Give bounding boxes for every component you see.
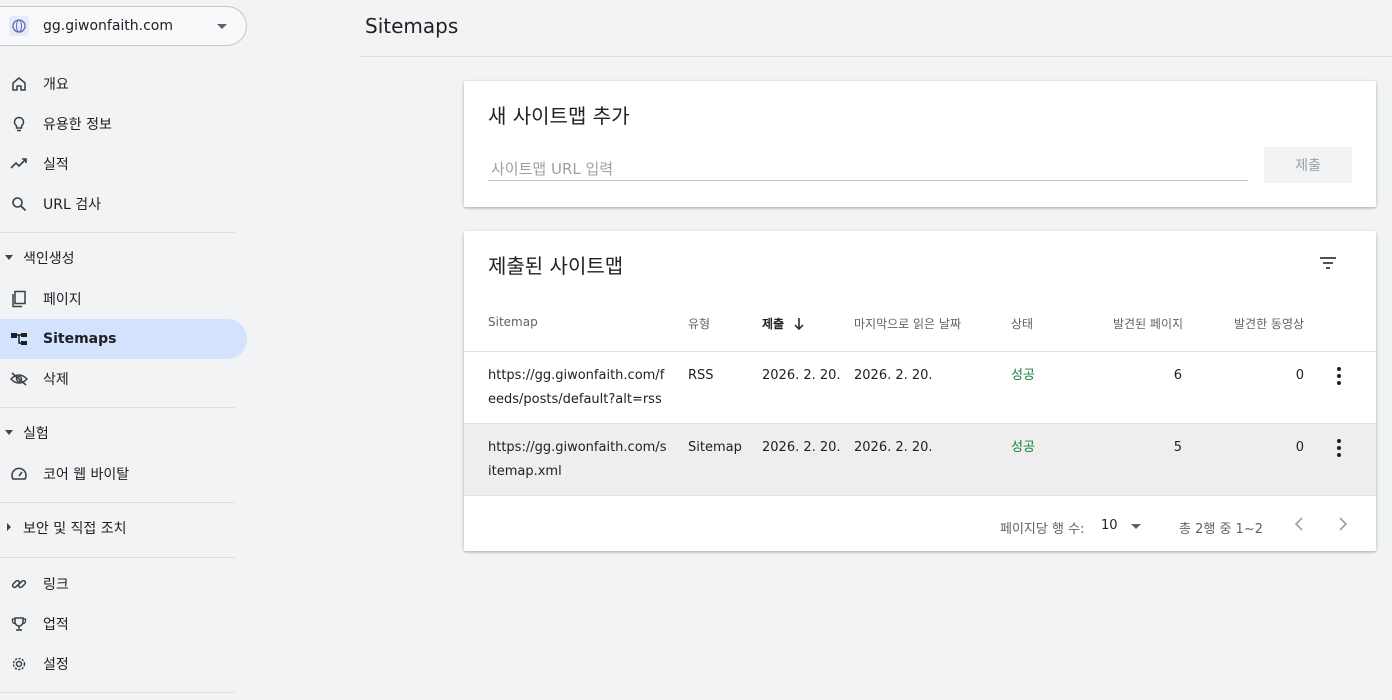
section-experience[interactable]: 실험 [0, 418, 235, 448]
sidebar: gg.giwonfaith.com 개요 유용한 정보 실적 URL 검사 색인… [0, 0, 247, 700]
table-row[interactable]: https://gg.giwonfaith.com/feeds/posts/de… [464, 351, 1376, 423]
submitted-date: 2026. 2. 20. [762, 368, 841, 383]
caret-down-icon [5, 430, 13, 435]
nav-settings-label: 설정 [43, 657, 69, 673]
sitemap-url: https://gg.giwonfaith.com/feeds/posts/de… [488, 368, 665, 407]
filter-icon[interactable] [1316, 251, 1340, 275]
pagination-range: 총 2행 중 1~2 [1179, 522, 1263, 537]
nav-performance-label: 실적 [43, 157, 69, 173]
chevron-down-icon[interactable] [1131, 524, 1141, 529]
sitemap-icon [10, 330, 28, 348]
discovered-pages: 5 [1173, 440, 1182, 455]
column-header-submitted[interactable]: 제출 [762, 315, 804, 333]
sitemap-url-input[interactable] [488, 157, 1248, 181]
divider [0, 232, 235, 233]
column-header-last-read[interactable]: 마지막으로 읽은 날짜 [854, 315, 961, 332]
chevron-right-icon[interactable] [1338, 516, 1348, 535]
eye-off-icon [10, 370, 28, 388]
trophy-icon [10, 615, 28, 633]
last-read-date: 2026. 2. 20. [854, 368, 933, 383]
submitted-sitemaps-title: 제출된 사이트맵 [488, 254, 624, 278]
chevron-down-icon [217, 24, 227, 29]
section-security-label: 보안 및 직접 조치 [23, 521, 127, 537]
divider [0, 502, 235, 503]
header-divider [361, 56, 1392, 57]
trending-up-icon [10, 155, 28, 173]
nav-links-label: 링크 [43, 577, 69, 593]
nav-overview[interactable]: 개요 [0, 64, 247, 104]
column-header-submitted-label: 제출 [762, 317, 785, 331]
nav-settings[interactable]: 설정 [0, 644, 247, 684]
page-title: Sitemaps [365, 14, 459, 38]
nav-insights[interactable]: 유용한 정보 [0, 104, 247, 144]
submitted-date: 2026. 2. 20. [762, 440, 841, 455]
last-read-date: 2026. 2. 20. [854, 440, 933, 455]
nav-insights-label: 유용한 정보 [43, 117, 112, 133]
section-experience-label: 실험 [23, 426, 49, 442]
search-icon [10, 195, 28, 213]
add-sitemap-card: 새 사이트맵 추가 제출 [464, 81, 1376, 207]
link-icon [10, 575, 28, 593]
column-header-type[interactable]: 유형 [688, 315, 710, 332]
globe-icon [9, 16, 29, 36]
nav-core-web-vitals[interactable]: 코어 웹 바이탈 [0, 454, 247, 494]
nav-overview-label: 개요 [43, 77, 69, 93]
section-indexing[interactable]: 색인생성 [0, 243, 235, 273]
sitemap-type: Sitemap [688, 440, 742, 455]
submitted-sitemaps-card: 제출된 사이트맵 Sitemap 유형 제출 마지막으로 읽은 날짜 상태 발견… [464, 231, 1376, 551]
nav-achievements-label: 업적 [43, 617, 69, 633]
status-text: 성공 [1011, 368, 1035, 383]
home-icon [10, 75, 28, 93]
caret-down-icon [5, 255, 13, 260]
section-security[interactable]: 보안 및 직접 조치 [0, 513, 235, 543]
nav-achievements[interactable]: 업적 [0, 604, 247, 644]
submit-button[interactable]: 제출 [1264, 147, 1352, 183]
column-header-discovered-pages[interactable]: 발견된 페이지 [1113, 315, 1183, 332]
discovered-pages: 6 [1173, 368, 1182, 383]
divider [0, 407, 235, 408]
table-pagination: 페이지당 행 수: 10 총 2행 중 1~2 [464, 495, 1376, 551]
nav-removals-label: 삭제 [43, 372, 69, 388]
gauge-icon [10, 465, 28, 483]
rows-per-page-select[interactable]: 10 [1101, 518, 1118, 533]
nav-performance[interactable]: 실적 [0, 144, 247, 184]
nav-sitemaps-label: Sitemaps [43, 331, 117, 347]
status-text: 성공 [1011, 440, 1035, 455]
discovered-videos: 0 [1295, 368, 1304, 383]
divider [0, 557, 235, 558]
gear-icon [10, 655, 28, 673]
more-vert-icon[interactable] [1330, 436, 1348, 460]
column-header-status[interactable]: 상태 [1011, 315, 1033, 332]
discovered-videos: 0 [1295, 440, 1304, 455]
nav-removals[interactable]: 삭제 [0, 359, 247, 399]
section-indexing-label: 색인생성 [23, 251, 75, 267]
pages-icon [10, 290, 28, 308]
nav-url-inspection[interactable]: URL 검사 [0, 184, 247, 224]
arrow-down-icon [794, 318, 804, 333]
nav-core-web-vitals-label: 코어 웹 바이탈 [43, 467, 130, 483]
caret-right-icon [7, 523, 11, 531]
chevron-left-icon[interactable] [1294, 516, 1304, 535]
table-row[interactable]: https://gg.giwonfaith.com/sitemap.xml Si… [464, 423, 1376, 495]
nav-sitemaps[interactable]: Sitemaps [0, 319, 247, 359]
nav-url-inspection-label: URL 검사 [43, 197, 101, 213]
property-domain: gg.giwonfaith.com [43, 18, 173, 34]
divider [0, 692, 235, 693]
nav-links[interactable]: 링크 [0, 564, 247, 604]
lightbulb-icon [10, 115, 28, 133]
sitemap-url: https://gg.giwonfaith.com/sitemap.xml [488, 440, 667, 479]
nav-pages[interactable]: 페이지 [0, 279, 247, 319]
add-sitemap-title: 새 사이트맵 추가 [488, 104, 630, 128]
more-vert-icon[interactable] [1330, 364, 1348, 388]
column-header-sitemap[interactable]: Sitemap [488, 315, 538, 329]
nav-pages-label: 페이지 [43, 292, 82, 308]
rows-per-page-label: 페이지당 행 수: [1000, 522, 1085, 537]
property-selector[interactable]: gg.giwonfaith.com [0, 6, 247, 46]
sitemap-type: RSS [688, 368, 714, 383]
column-header-discovered-videos[interactable]: 발견한 동영상 [1234, 315, 1304, 332]
